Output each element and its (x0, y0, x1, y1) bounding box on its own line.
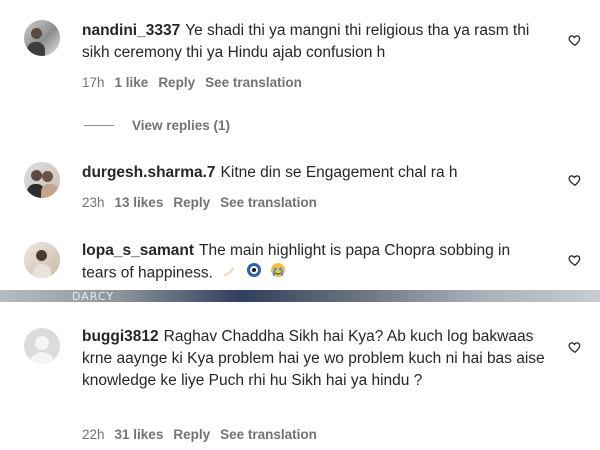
comment-username[interactable]: buggi3812 (82, 328, 159, 345)
reply-button[interactable]: Reply (158, 75, 195, 90)
see-translation-link[interactable]: See translation (220, 195, 317, 210)
comment-meta: 17h 1 like Reply See translation (82, 75, 302, 90)
reply-button[interactable]: Reply (173, 427, 210, 442)
see-translation-link[interactable]: See translation (205, 75, 302, 90)
avatar-photo (42, 171, 53, 182)
comment-4: buggi3812 Raghav Chaddha Sikh hai Kya? Ab… (0, 326, 600, 450)
avatar-head (35, 336, 49, 350)
like-heart-icon[interactable] (568, 173, 582, 187)
comment-2: durgesh.sharma.7 Kitne din se Engagement … (0, 160, 600, 220)
default-avatar-icon[interactable] (24, 328, 60, 364)
comment-username[interactable]: durgesh.sharma.7 (82, 164, 216, 181)
comment-meta: 23h 13 likes Reply See translation (82, 195, 317, 210)
view-replies-label: View replies (1) (132, 118, 231, 133)
comment-text: buggi3812 Raghav Chaddha Sikh hai Kya? Ab… (82, 326, 558, 392)
avatar[interactable] (24, 20, 60, 56)
avatar[interactable] (24, 242, 60, 278)
like-heart-icon[interactable] (568, 33, 582, 47)
comment-meta: 22h 31 likes Reply See translation (82, 427, 317, 442)
comment-username[interactable]: nandini_3337 (82, 22, 180, 39)
comment-text: durgesh.sharma.7 Kitne din se Engagement … (82, 162, 552, 184)
eye-emoji-icon (246, 262, 262, 285)
comment-text: lopa_s_samant The main highlight is papa … (82, 240, 542, 285)
photo-strip-text: DARCY (72, 290, 115, 302)
like-heart-icon[interactable] (568, 340, 582, 354)
background-photo-strip: DARCY (0, 290, 600, 302)
avatar-photo (36, 250, 47, 261)
crying-face-emoji-icon (270, 262, 286, 285)
comment-body: Kitne din se Engagement chal ra h (220, 164, 458, 181)
avatar-body (29, 352, 55, 364)
comment-time: 17h (82, 75, 105, 90)
comment-likes[interactable]: 31 likes (115, 427, 164, 442)
avatar-photo (31, 170, 42, 181)
comment-time: 22h (82, 427, 105, 442)
avatar-photo (31, 28, 42, 39)
like-heart-icon[interactable] (568, 253, 582, 267)
avatar-photo (33, 264, 51, 278)
comment-1: nandini_3337 Ye shadi thi ya mangni thi r… (0, 18, 600, 128)
comment-likes[interactable]: 1 like (115, 75, 149, 90)
avatar-photo (27, 42, 45, 56)
comment-time: 23h (82, 195, 105, 210)
comment-likes[interactable]: 13 likes (115, 195, 164, 210)
avatar-photo (41, 184, 59, 198)
comment-username[interactable]: lopa_s_samant (82, 242, 194, 259)
divider-line (84, 125, 114, 126)
reply-button[interactable]: Reply (173, 195, 210, 210)
folded-hands-emoji-icon (221, 262, 237, 285)
comment-3: lopa_s_samant The main highlight is papa … (0, 240, 600, 290)
view-replies-button[interactable]: View replies (1) (84, 118, 230, 133)
avatar[interactable] (24, 162, 60, 198)
comment-text: nandini_3337 Ye shadi thi ya mangni thi r… (82, 20, 552, 64)
see-translation-link[interactable]: See translation (220, 427, 317, 442)
